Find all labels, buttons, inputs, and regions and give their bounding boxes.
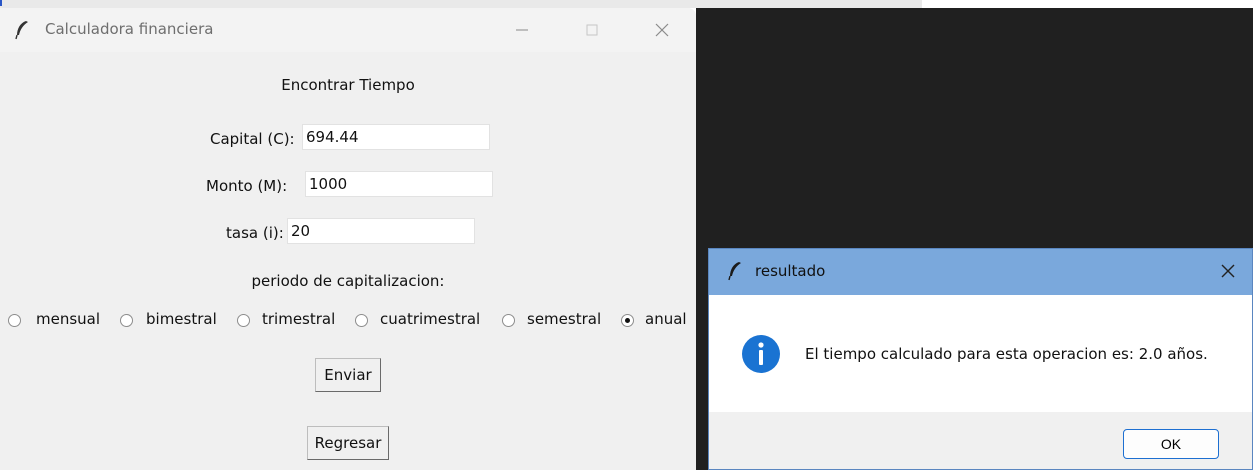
radio-bimestral[interactable] (120, 314, 133, 327)
radio-label-cuatrimestral[interactable]: cuatrimestral (380, 310, 480, 328)
dialog-title: resultado (755, 262, 826, 280)
info-icon (742, 335, 780, 373)
radio-label-semestral[interactable]: semestral (527, 310, 601, 328)
radio-trimestral[interactable] (237, 314, 250, 327)
enviar-button[interactable]: Enviar (315, 358, 381, 392)
page-heading: Encontrar Tiempo (281, 76, 415, 94)
period-radio-group: mensual bimestral trimestral cuatrimestr… (0, 310, 696, 332)
radio-label-mensual[interactable]: mensual (36, 310, 100, 328)
radio-cuatrimestral[interactable] (355, 314, 368, 327)
dialog-message: El tiempo calculado para esta operacion … (805, 345, 1208, 363)
capital-input[interactable]: 694.44 (302, 124, 490, 150)
feather-icon (15, 21, 28, 40)
close-icon (655, 23, 669, 37)
radio-label-anual[interactable]: anual (645, 310, 687, 328)
minimize-icon (516, 29, 528, 31)
monto-input[interactable]: 1000 (305, 171, 493, 197)
dialog-close-button[interactable] (1212, 255, 1244, 287)
maximize-icon (586, 24, 598, 36)
ok-button[interactable]: OK (1123, 429, 1219, 459)
radio-label-trimestral[interactable]: trimestral (262, 310, 335, 328)
dialog-body: El tiempo calculado para esta operacion … (709, 295, 1252, 412)
dialog-titlebar[interactable]: resultado (709, 249, 1252, 295)
feather-icon (728, 262, 741, 281)
background-window-strip (0, 0, 922, 8)
result-dialog: resultado El tiempo calculado para esta … (708, 248, 1253, 470)
main-titlebar[interactable]: Calculadora financiera (0, 8, 696, 52)
tasa-label: tasa (i): (226, 224, 284, 242)
maximize-button[interactable] (564, 8, 620, 52)
period-label: periodo de capitalizacion: (251, 272, 445, 290)
minimize-button[interactable] (494, 8, 550, 52)
radio-label-bimestral[interactable]: bimestral (146, 310, 217, 328)
radio-mensual[interactable] (8, 314, 21, 327)
radio-semestral[interactable] (502, 314, 515, 327)
main-window-title: Calculadora financiera (45, 20, 214, 38)
close-icon (1221, 264, 1235, 278)
radio-anual[interactable] (621, 314, 634, 327)
main-window: Calculadora financiera Encontrar Tiempo … (0, 8, 696, 470)
regresar-button[interactable]: Regresar (307, 426, 389, 460)
monto-label: Monto (M): (206, 177, 288, 195)
tasa-input[interactable]: 20 (287, 218, 475, 244)
capital-label: Capital (C): (210, 130, 295, 148)
close-button[interactable] (634, 8, 690, 52)
